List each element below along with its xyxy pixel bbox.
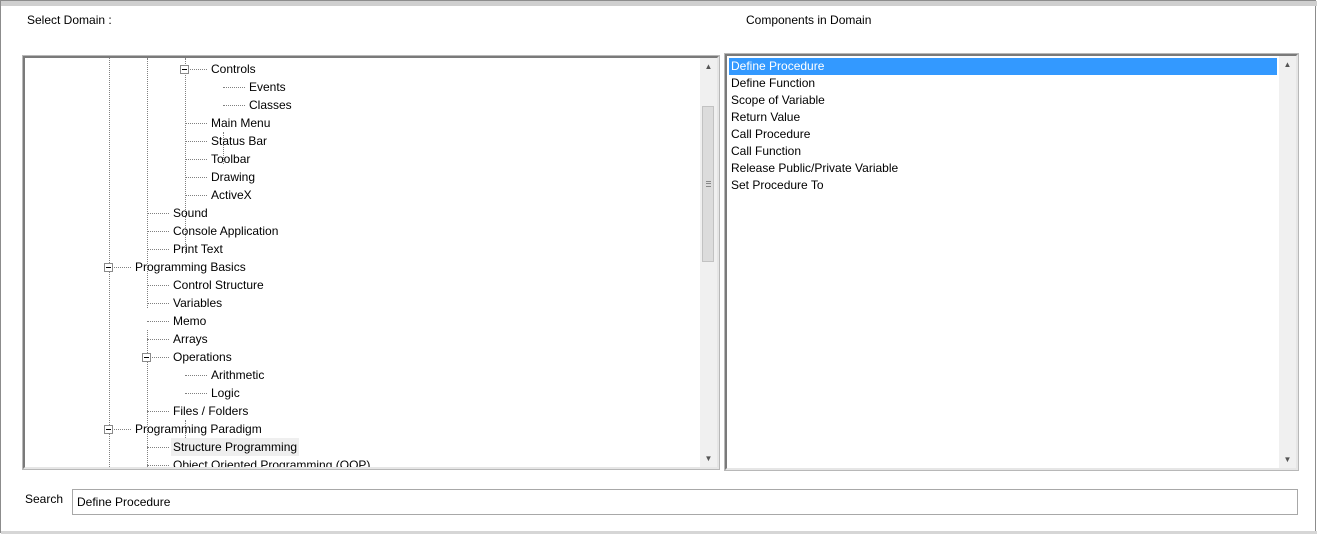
tree-item-label: Files / Folders (173, 404, 249, 418)
tree-connector (147, 411, 169, 412)
scroll-down-arrow-icon[interactable]: ▼ (700, 450, 717, 467)
tree-item-label: Print Text (173, 242, 223, 256)
tree-item[interactable]: Print Text (25, 240, 697, 258)
scroll-up-arrow-icon[interactable]: ▲ (700, 58, 717, 75)
grip-icon (706, 181, 711, 187)
tree-connector (185, 177, 207, 178)
tree-item[interactable]: Object Oriented Programming (OOP) (25, 456, 697, 467)
list-vertical-scrollbar[interactable]: ▲ ▼ (1279, 56, 1296, 468)
collapse-icon[interactable] (142, 353, 151, 362)
tree-connector (223, 105, 245, 106)
tree-connector (223, 87, 245, 88)
tree-item-label: Sound (173, 206, 208, 220)
tree-item[interactable]: Drawing (25, 168, 697, 186)
tree-connector (147, 465, 169, 466)
tree-item-label: Operations (173, 350, 232, 364)
tree-connector (147, 213, 169, 214)
tree-connector (147, 231, 169, 232)
tree-item-label: Arrays (173, 332, 208, 346)
tree-connector (185, 393, 207, 394)
component-list-item[interactable]: Define Function (729, 75, 1277, 92)
tree-item-label: Memo (173, 314, 207, 328)
tree-connector (185, 375, 207, 376)
tree-item[interactable]: Sound (25, 204, 697, 222)
tree-item[interactable]: Memo (25, 312, 697, 330)
tree-connector (185, 123, 207, 124)
component-list-item[interactable]: Call Function (729, 143, 1277, 160)
tree-connector (147, 285, 169, 286)
component-list-item[interactable]: Release Public/Private Variable (729, 160, 1277, 177)
tree-item[interactable]: Operations (25, 348, 697, 366)
collapse-icon[interactable] (104, 425, 113, 434)
tree-item-label: Classes (249, 98, 292, 112)
top-border (1, 1, 1317, 6)
tree-item[interactable]: Control Structure (25, 276, 697, 294)
components-list-rows: Define Procedure Define Function Scope of … (729, 58, 1277, 194)
tree-item-label: Programming Basics (135, 260, 246, 274)
tree-item[interactable]: Arrays (25, 330, 697, 348)
search-label: Search (25, 492, 64, 506)
component-list-item[interactable]: Call Procedure (729, 126, 1277, 143)
tree-item-label: Status Bar (211, 134, 268, 148)
collapse-icon[interactable] (104, 263, 113, 272)
tree-item-label: Drawing (211, 170, 256, 184)
scroll-thumb[interactable] (702, 106, 714, 262)
collapse-icon[interactable] (180, 65, 189, 74)
tree-vertical-scrollbar[interactable]: ▲ ▼ (700, 58, 717, 467)
tree-item[interactable]: Controls (25, 60, 697, 78)
component-list-item[interactable]: Return Value (729, 109, 1277, 126)
tree-connector (185, 159, 207, 160)
scroll-up-arrow-icon[interactable]: ▲ (1279, 56, 1296, 73)
tree-item-label: Arithmetic (211, 368, 265, 382)
tree-connector (147, 321, 169, 322)
tree-item-label: Control Structure (173, 278, 264, 292)
tree-item[interactable]: Events (25, 78, 697, 96)
tree-connector (147, 339, 169, 340)
tree-item[interactable]: Main Menu (25, 114, 697, 132)
main-window: Select Domain : Components in Domain Con… (0, 0, 1317, 534)
tree-item[interactable]: Classes (25, 96, 697, 114)
tree-rows: Controls Events Classes Main Menu Status Bar… (25, 58, 697, 467)
scroll-down-arrow-icon[interactable]: ▼ (1279, 451, 1296, 468)
select-domain-label: Select Domain : (27, 13, 112, 27)
tree-item[interactable]: ActiveX (25, 186, 697, 204)
tree-item-label: Logic (211, 386, 240, 400)
tree-item[interactable]: Toolbar (25, 150, 697, 168)
tree-item[interactable]: Arithmetic (25, 366, 697, 384)
tree-item-label: Object Oriented Programming (OOP) (173, 458, 371, 467)
tree-item[interactable]: Console Application (25, 222, 697, 240)
tree-item-label: Structure Programming (171, 438, 300, 456)
tree-item[interactable]: Files / Folders (25, 402, 697, 420)
tree-item-label: Programming Paradigm (135, 422, 262, 436)
tree-connector (185, 141, 207, 142)
tree-connector (185, 195, 207, 196)
tree-item[interactable]: Structure Programming (25, 438, 697, 456)
component-list-item[interactable]: Set Procedure To (729, 177, 1277, 194)
tree-connector (147, 249, 169, 250)
tree-item-label: Main Menu (211, 116, 271, 130)
search-input[interactable] (72, 489, 1298, 515)
tree-item-label: Controls (211, 62, 256, 76)
domain-tree[interactable]: Controls Events Classes Main Menu Status Bar… (22, 55, 720, 470)
tree-item-label: Toolbar (211, 152, 251, 166)
tree-connector (147, 303, 169, 304)
tree-item-label: ActiveX (211, 188, 252, 202)
bottom-border (1, 531, 1317, 534)
tree-item-label: Console Application (173, 224, 279, 238)
tree-item-label: Variables (173, 296, 223, 310)
tree-item-label: Events (249, 80, 286, 94)
component-list-item[interactable]: Define Procedure (729, 58, 1277, 75)
components-list[interactable]: Define Procedure Define Function Scope of … (724, 53, 1299, 471)
tree-connector (147, 447, 169, 448)
tree-item[interactable]: Logic (25, 384, 697, 402)
components-label: Components in Domain (746, 13, 872, 27)
tree-item[interactable]: Variables (25, 294, 697, 312)
component-list-item[interactable]: Scope of Variable (729, 92, 1277, 109)
tree-item[interactable]: Status Bar (25, 132, 697, 150)
